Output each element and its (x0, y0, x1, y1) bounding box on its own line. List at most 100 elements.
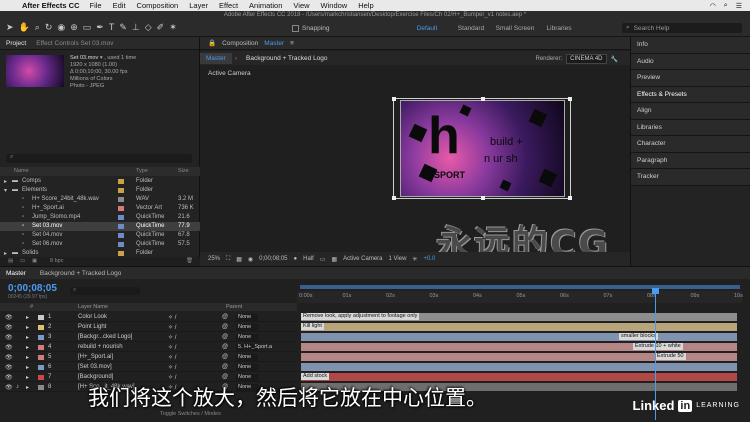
layer-row[interactable]: 👁 ▸ 5 [H+_Sport.ai] ✧ / @ None (0, 353, 297, 362)
layer-label-color[interactable] (38, 325, 44, 330)
layer-row[interactable]: 👁 ▸ 7 [Background] ✧ / @ None (0, 373, 297, 382)
visibility-eye-icon[interactable]: 👁 (5, 364, 13, 371)
visibility-eye-icon[interactable]: 👁 (5, 374, 13, 381)
label-color-swatch[interactable] (118, 215, 124, 220)
layer-switches-icon[interactable]: ✧ / (168, 344, 176, 351)
layer-duration-bar[interactable] (301, 333, 737, 341)
fullscreen-icon[interactable]: ⛶ (226, 256, 230, 263)
layer-switches-icon[interactable]: ✧ / (168, 374, 176, 381)
parent-pickwhip-icon[interactable]: @ (222, 364, 228, 370)
renderer-value[interactable]: CINEMA 4D (566, 54, 607, 64)
layer-marker-comment[interactable]: Add stock (301, 373, 330, 380)
visibility-eye-icon[interactable]: 👁 (5, 354, 13, 361)
layer-label-color[interactable] (38, 355, 44, 360)
timeline-timecode[interactable]: 0;00;08;05 (8, 283, 57, 294)
audio-icon[interactable]: ♪ (16, 384, 19, 390)
layer-switches-icon[interactable]: ✧ / (168, 334, 176, 341)
disclosure-icon[interactable]: ▾ (4, 187, 7, 194)
parent-select[interactable]: None (236, 364, 258, 371)
roto-tool-icon[interactable]: ✐ (157, 22, 165, 33)
selection-tool-icon[interactable]: ➤ (6, 22, 14, 33)
label-color-swatch[interactable] (118, 197, 124, 202)
rectangle-tool-icon[interactable]: ▭ (83, 22, 92, 33)
project-item[interactable]: ▫ H+ Score_24bit_48k.wav WAV 3.2 M (0, 195, 200, 204)
panel-info[interactable]: Info (631, 37, 750, 54)
visibility-eye-icon[interactable]: 👁 (5, 344, 13, 351)
view-select[interactable]: Active Camera (343, 256, 382, 262)
col-parent[interactable]: Parent (226, 304, 242, 310)
parent-pickwhip-icon[interactable]: @ (222, 314, 228, 320)
menu-edit[interactable]: Edit (113, 1, 126, 10)
project-item[interactable]: ▫ Jump_Slomo.mp4 QuickTime 21.6 (0, 213, 200, 222)
layer-marker-comment[interactable]: Extrude 50 (655, 353, 686, 360)
interpret-footage-icon[interactable]: ▤ (8, 258, 13, 264)
wrench-icon[interactable]: 🔧 (611, 56, 618, 63)
layer-name[interactable]: rebuild + nourish (78, 344, 123, 350)
roi-icon[interactable]: ▭ (320, 256, 326, 263)
col-layer-name[interactable]: Layer Name (78, 304, 108, 310)
col-size[interactable]: Size (178, 168, 189, 174)
menu-file[interactable]: File (90, 1, 102, 10)
parent-select[interactable]: 5. H+_Sport.a (236, 344, 272, 351)
layer-label-color[interactable] (38, 345, 44, 350)
layer-switches-icon[interactable]: ✧ / (168, 314, 176, 321)
panel-paragraph[interactable]: Paragraph (631, 152, 750, 169)
comp-timecode[interactable]: 0;00;08;05 (259, 256, 287, 262)
label-color-swatch[interactable] (118, 251, 124, 256)
layer-label-color[interactable] (38, 335, 44, 340)
comp-subtab-background[interactable]: Background + Tracked Logo (240, 53, 334, 64)
col-type[interactable]: Type (136, 168, 148, 174)
col-name[interactable]: Name (14, 168, 29, 174)
workspace-default[interactable]: Default (405, 25, 449, 32)
search-help-input[interactable]: ⌕ Search Help (622, 23, 742, 33)
project-search-input[interactable]: ⌕ (6, 154, 192, 163)
menu-animation[interactable]: Animation (249, 1, 282, 10)
project-item[interactable]: ▸ ▬ Comps Folder (0, 177, 200, 186)
menu-icon[interactable]: ≡ (290, 40, 294, 47)
expand-icon[interactable]: ▸ (26, 384, 29, 391)
trash-icon[interactable]: 🗑 (186, 258, 193, 264)
layer-name[interactable]: Point Light (78, 324, 106, 330)
clone-tool-icon[interactable]: ⊥ (132, 22, 140, 33)
visibility-eye-icon[interactable]: 👁 (5, 324, 13, 331)
layer-duration-bar[interactable] (301, 373, 737, 381)
panel-preview[interactable]: Preview (631, 70, 750, 87)
label-color-swatch[interactable] (118, 224, 124, 229)
rotate-tool-icon[interactable]: ↻ (45, 22, 53, 33)
layer-label-color[interactable] (38, 385, 44, 390)
hand-tool-icon[interactable]: ✋ (19, 22, 30, 33)
menu-help[interactable]: Help (358, 1, 373, 10)
project-item[interactable]: ▾ ▬ Elements Folder (0, 186, 200, 195)
label-color-swatch[interactable] (118, 188, 124, 193)
layout-select[interactable]: 1 View (389, 256, 407, 262)
parent-select[interactable]: None (236, 334, 258, 341)
parent-pickwhip-icon[interactable]: @ (222, 374, 228, 380)
workspace-small-screen[interactable]: Small Screen (493, 25, 537, 32)
panel-character[interactable]: Character (631, 136, 750, 153)
visibility-eye-icon[interactable]: 👁 (5, 334, 13, 341)
layer-name[interactable]: [Backgr...cked Logo] (78, 334, 132, 340)
layer-label-color[interactable] (38, 375, 44, 380)
layer-row[interactable]: 👁 ▸ 6 [Set 03.mov] ✧ / @ None (0, 363, 297, 372)
menu-layer[interactable]: Layer (189, 1, 208, 10)
layer-name[interactable]: [Set 03.mov] (78, 364, 112, 370)
layer-switches-icon[interactable]: ✧ / (168, 354, 176, 361)
parent-pickwhip-icon[interactable]: @ (222, 324, 228, 330)
layer-row[interactable]: 👁 ▸ 3 [Backgr...cked Logo] ✧ / @ None (0, 333, 297, 342)
bpc-button[interactable]: 8 bpc (50, 258, 63, 264)
snapping-checkbox[interactable] (292, 25, 299, 32)
menu-view[interactable]: View (293, 1, 309, 10)
transparency-grid-icon[interactable]: ▦ (331, 256, 337, 263)
layer-row[interactable]: 👁 ▸ 4 rebuild + nourish ✧ / @5. H+_Sport.a (0, 343, 297, 352)
menu-list-icon[interactable]: ☰ (736, 2, 742, 10)
layer-switches-icon[interactable]: ✧ / (168, 364, 176, 371)
expand-icon[interactable]: ▸ (26, 334, 29, 341)
expand-icon[interactable]: ▸ (26, 324, 29, 331)
layer-label-color[interactable] (38, 365, 44, 370)
parent-select[interactable]: None (236, 374, 258, 381)
renderer-selector[interactable]: Renderer: CINEMA 4D 🔧 (535, 54, 618, 64)
wifi-icon[interactable]: ◠ (710, 2, 716, 10)
puppet-tool-icon[interactable]: ✶ (169, 22, 177, 33)
lock-icon[interactable]: 🔒 (208, 39, 216, 47)
pen-tool-icon[interactable]: ✒ (96, 22, 104, 33)
